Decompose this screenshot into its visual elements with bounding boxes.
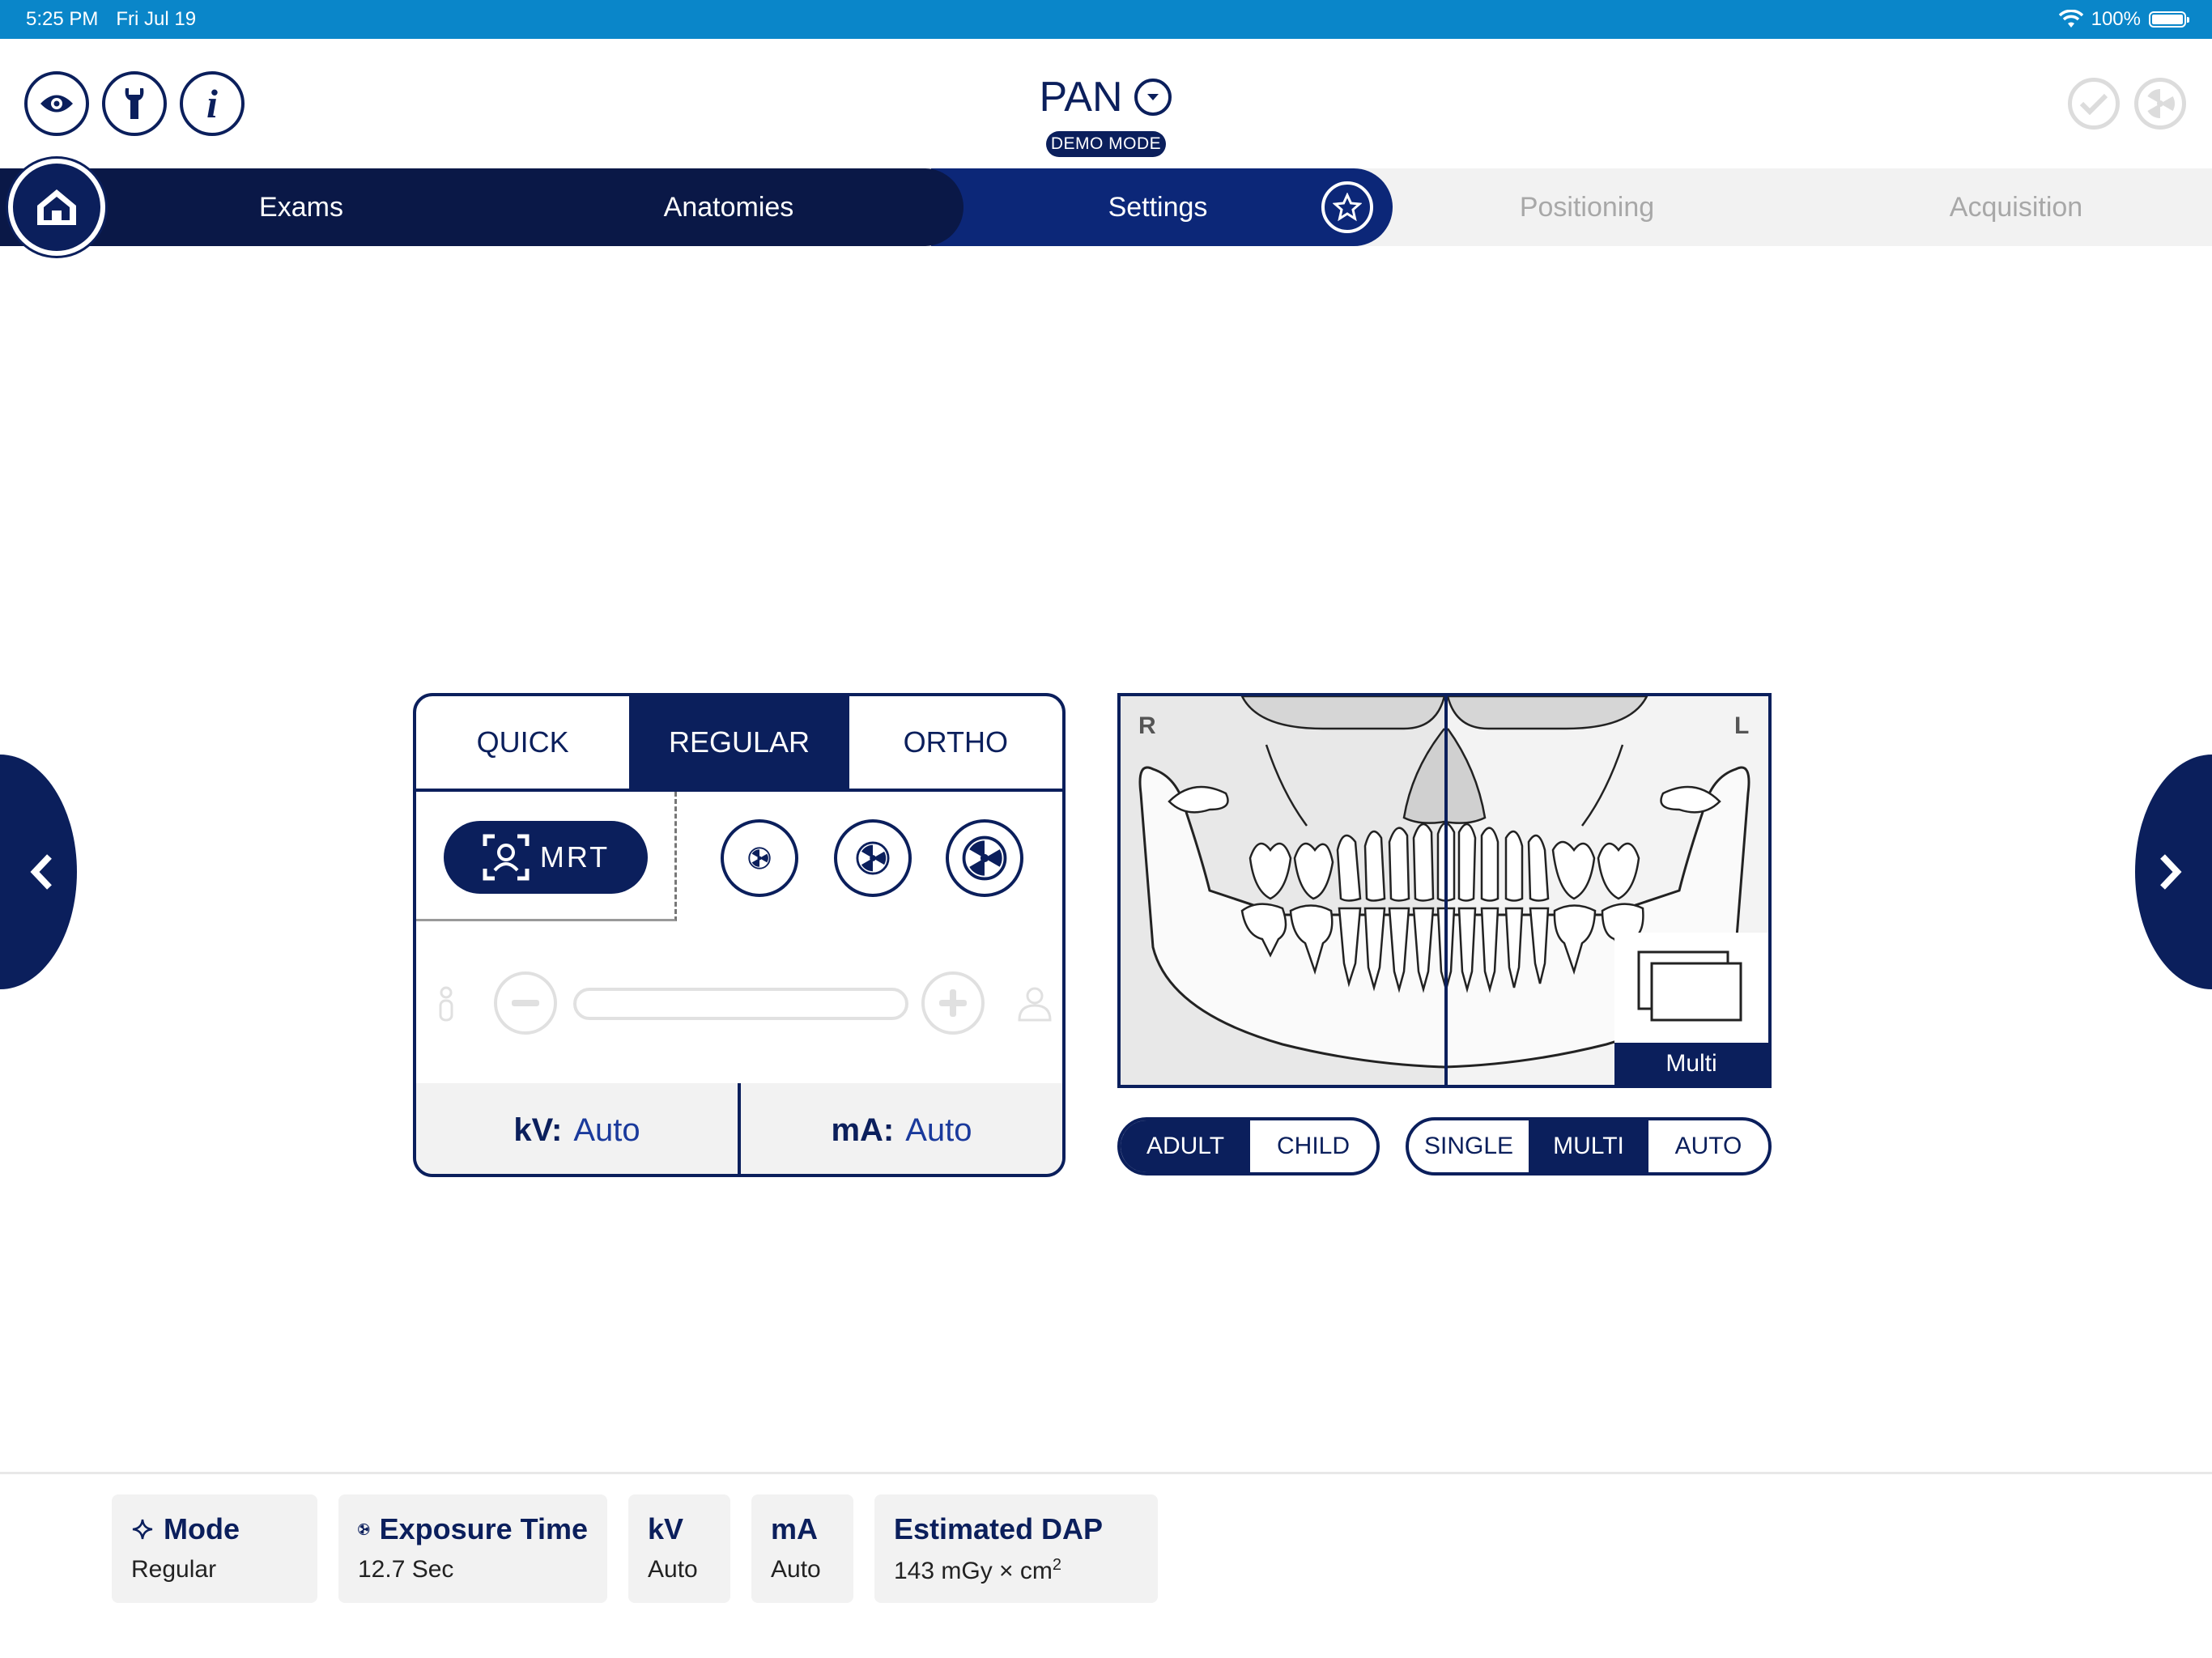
battery-icon	[2149, 11, 2189, 28]
patient-size-toggle: ADULT CHILD	[1117, 1117, 1380, 1175]
jaw-midline	[1444, 696, 1448, 1085]
radiation-small-icon	[748, 847, 771, 869]
status-time: 5:25 PM	[26, 8, 99, 30]
radiation-icon	[2147, 88, 2176, 119]
exposure-time-card: Exposure Time 12.7 Sec	[338, 1494, 607, 1603]
tools-button[interactable]	[102, 71, 167, 136]
tab-ortho[interactable]: ORTHO	[845, 696, 1062, 789]
wrench-icon	[125, 88, 144, 119]
mrt-button[interactable]: MRT	[444, 821, 648, 894]
check-icon	[2079, 93, 2108, 115]
previous-button[interactable]	[0, 755, 77, 989]
mode-value: Regular	[131, 1556, 217, 1583]
decrease-button[interactable]	[494, 971, 557, 1035]
exposure-tabs: QUICK REGULAR ORTHO	[416, 696, 1062, 792]
status-date: Fri Jul 19	[116, 8, 197, 30]
kv-summary-value: Auto	[648, 1556, 698, 1583]
next-button[interactable]	[2135, 755, 2212, 989]
star-icon	[1333, 193, 1362, 222]
multi-label: Multi	[1614, 1043, 1768, 1085]
increase-button[interactable]	[921, 971, 985, 1035]
mode-card: Mode Regular	[112, 1494, 317, 1603]
tab-exams[interactable]: Exams	[139, 168, 463, 246]
ma-summary-label: mA	[771, 1512, 819, 1545]
multi-option[interactable]: MULTI	[1529, 1120, 1648, 1172]
kv-card: kV Auto	[628, 1494, 730, 1603]
dap-label: Estimated DAP	[894, 1512, 1104, 1545]
child-person-icon	[437, 986, 455, 1026]
child-option[interactable]: CHILD	[1250, 1120, 1376, 1172]
chevron-right-icon	[2160, 854, 2182, 890]
image-count-toggle: SINGLE MULTI AUTO	[1406, 1117, 1772, 1175]
tab-acquisition[interactable]: Acquisition	[1854, 168, 2178, 246]
multi-images-icon	[1637, 950, 1742, 1022]
tab-anatomies[interactable]: Anatomies	[567, 168, 891, 246]
mode-label: Mode	[164, 1512, 240, 1545]
dap-unit-exponent: 2	[1052, 1556, 1062, 1574]
status-bar: 5:25 PM Fri Jul 19 100%	[0, 0, 2212, 39]
radiation-medium-icon	[856, 841, 890, 875]
chevron-left-icon	[30, 854, 52, 890]
tab-positioning[interactable]: Positioning	[1425, 168, 1749, 246]
tab-regular[interactable]: REGULAR	[629, 696, 846, 789]
kv-field[interactable]: kV: Auto	[416, 1083, 738, 1174]
demo-mode-badge: DEMO MODE	[1046, 131, 1166, 157]
sparkle-icon	[132, 1519, 153, 1540]
view-button[interactable]	[24, 71, 89, 136]
kv-value: Auto	[573, 1112, 640, 1148]
radiation-button[interactable]	[2134, 78, 2186, 130]
side-label-right: R	[1138, 712, 1156, 739]
auto-option[interactable]: AUTO	[1648, 1120, 1768, 1172]
dose-slider[interactable]	[573, 988, 908, 1020]
dap-value: 143 mGy × cm	[894, 1558, 1053, 1584]
exposure-time-value: 12.7 Sec	[358, 1556, 454, 1583]
jaw-preview-panel[interactable]: R L Multi	[1117, 693, 1772, 1088]
ma-value: Auto	[905, 1112, 972, 1148]
face-scan-icon	[483, 834, 530, 881]
exam-title[interactable]: PAN	[1012, 73, 1198, 121]
chevron-down-icon[interactable]	[1134, 79, 1172, 116]
exam-title-text: PAN	[1039, 74, 1123, 121]
kv-label: kV:	[513, 1112, 563, 1148]
adult-option[interactable]: ADULT	[1121, 1120, 1250, 1172]
radiation-large-icon	[962, 835, 1007, 881]
home-button[interactable]	[8, 159, 105, 256]
single-option[interactable]: SINGLE	[1409, 1120, 1529, 1172]
dose-medium-button[interactable]	[834, 819, 912, 897]
confirm-button[interactable]	[2068, 78, 2120, 130]
info-button[interactable]: i	[180, 71, 245, 136]
multi-image-indicator: Multi	[1614, 933, 1768, 1085]
tab-quick[interactable]: QUICK	[416, 696, 629, 789]
mrt-label: MRT	[539, 840, 610, 874]
minus-icon	[512, 1000, 539, 1006]
dap-card: Estimated DAP 143 mGy × cm2	[874, 1494, 1158, 1603]
exposure-panel: QUICK REGULAR ORTHO MRT kV: Auto mA: Aut…	[413, 693, 1066, 1177]
side-label-left: L	[1734, 712, 1749, 739]
favorite-button[interactable]	[1321, 181, 1373, 233]
ma-card: mA Auto	[751, 1494, 853, 1603]
plus-icon	[939, 989, 967, 1017]
ma-summary-value: Auto	[771, 1556, 821, 1583]
dose-low-button[interactable]	[721, 819, 798, 897]
kv-ma-bar: kV: Auto mA: Auto	[416, 1083, 1062, 1174]
eye-icon	[40, 95, 73, 113]
ma-field[interactable]: mA: Auto	[738, 1083, 1062, 1174]
ma-label: mA:	[831, 1112, 895, 1148]
home-icon	[37, 189, 76, 225]
kv-summary-label: kV	[648, 1512, 684, 1545]
adult-person-icon	[1017, 986, 1053, 1026]
battery-percent: 100%	[2091, 8, 2141, 30]
radiation-icon	[358, 1523, 370, 1536]
info-icon: i	[206, 81, 218, 126]
tab-settings[interactable]: Settings	[996, 168, 1320, 246]
mrt-area: MRT	[416, 792, 677, 921]
wifi-icon	[2058, 10, 2083, 28]
exposure-time-label: Exposure Time	[379, 1512, 588, 1545]
dose-high-button[interactable]	[946, 819, 1023, 897]
